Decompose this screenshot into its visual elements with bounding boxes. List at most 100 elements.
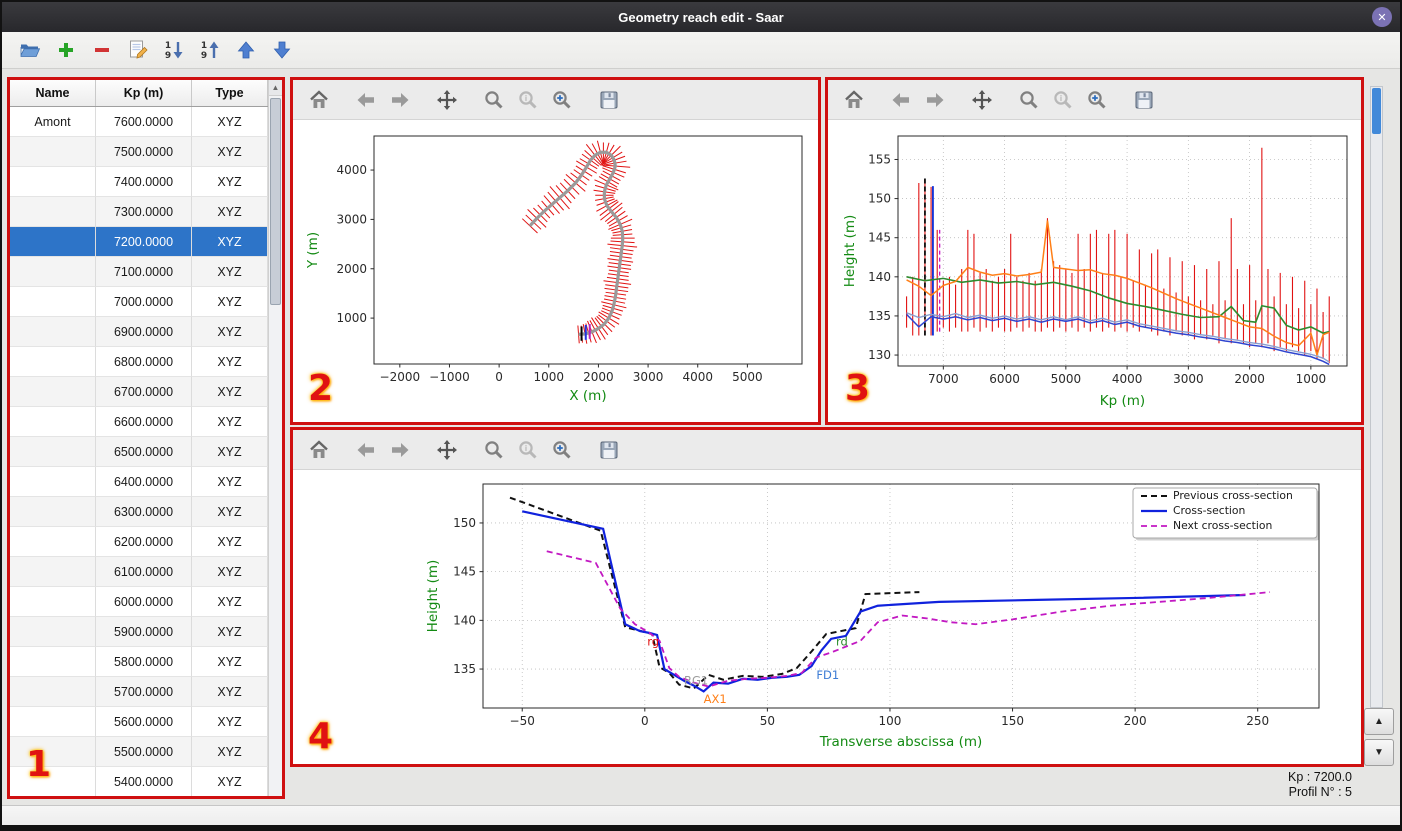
svg-text:250: 250 [1246, 714, 1269, 728]
delete-profile-button[interactable] [88, 36, 116, 64]
next-profile-button[interactable]: ▼ [1364, 739, 1394, 766]
cell-kp: 5700.0000 [96, 677, 192, 707]
zoom-button[interactable] [1015, 86, 1043, 114]
home-button[interactable] [840, 86, 868, 114]
svg-text:9: 9 [165, 51, 171, 61]
home-icon [842, 88, 866, 112]
plan-view-chart[interactable]: −2000 −1000 0 1000 2000 3000 4000 5000 1000 2000 3… [293, 120, 818, 422]
table-row[interactable]: 7400.0000 XYZ [10, 167, 268, 197]
column-header-kp-m-[interactable]: Kp (m) [96, 80, 192, 106]
svg-text:AX1: AX1 [704, 692, 727, 706]
cell-name [10, 617, 96, 647]
zoom-plus-button[interactable] [1083, 86, 1111, 114]
svg-text:Height (m): Height (m) [425, 560, 441, 633]
svg-text:3000: 3000 [633, 370, 664, 384]
edit-profile-button[interactable] [124, 36, 152, 64]
home-button[interactable] [305, 436, 333, 464]
zoom-info-icon: i [516, 438, 540, 462]
cell-type: XYZ [192, 587, 268, 617]
back-button[interactable] [887, 86, 915, 114]
back-icon [354, 438, 378, 462]
svg-text:1000: 1000 [1296, 372, 1327, 386]
column-header-name[interactable]: Name [10, 80, 96, 106]
table-row[interactable]: 6300.0000 XYZ [10, 497, 268, 527]
profile-scrollbar-thumb[interactable] [1372, 88, 1381, 134]
svg-text:1000: 1000 [534, 370, 565, 384]
table-scrollbar-thumb[interactable] [270, 98, 281, 305]
forward-button[interactable] [386, 436, 414, 464]
table-row[interactable]: 5600.0000 XYZ [10, 707, 268, 737]
sort-ascending-button[interactable]: 19 [196, 36, 224, 64]
cross-section-chart[interactable]: −50 0 50 100 150 200 250 135 140 145 150 Transverse… [293, 470, 1361, 764]
table-row[interactable]: 7100.0000 XYZ [10, 257, 268, 287]
cell-kp: 5800.0000 [96, 647, 192, 677]
save-button[interactable] [1130, 86, 1158, 114]
table-row[interactable]: 6000.0000 XYZ [10, 587, 268, 617]
zoom-plus-button[interactable] [548, 436, 576, 464]
app-window: Geometry reach edit - Saar ✕ 1919 Name Kp… [0, 0, 1402, 831]
table-row[interactable]: 5800.0000 XYZ [10, 647, 268, 677]
back-button[interactable] [352, 436, 380, 464]
long-profile-chart[interactable]: 7000 6000 5000 4000 3000 2000 1000 130 135 140 145… [828, 120, 1361, 422]
back-button[interactable] [352, 86, 380, 114]
forward-button[interactable] [921, 86, 949, 114]
sort-descending-button[interactable]: 19 [160, 36, 188, 64]
zoom-info-button[interactable]: i [514, 86, 542, 114]
svg-text:0: 0 [641, 714, 649, 728]
table-row[interactable]: 6100.0000 XYZ [10, 557, 268, 587]
cell-type: XYZ [192, 317, 268, 347]
column-header-type[interactable]: Type [192, 80, 268, 106]
add-profile-button[interactable] [52, 36, 80, 64]
zoom-button[interactable] [480, 436, 508, 464]
zoom-info-button[interactable]: i [514, 436, 542, 464]
table-row[interactable]: 5900.0000 XYZ [10, 617, 268, 647]
table-row[interactable]: 7200.0000 XYZ [10, 227, 268, 257]
save-icon [597, 438, 621, 462]
table-row[interactable]: 7500.0000 XYZ [10, 137, 268, 167]
edit-icon [126, 38, 150, 62]
cell-kp: 6300.0000 [96, 497, 192, 527]
pan-button[interactable] [968, 86, 996, 114]
cell-type: XYZ [192, 257, 268, 287]
table-row[interactable]: 6200.0000 XYZ [10, 527, 268, 557]
cell-kp: 6100.0000 [96, 557, 192, 587]
table-row[interactable]: 5700.0000 XYZ [10, 677, 268, 707]
pan-button[interactable] [433, 436, 461, 464]
move-down-button[interactable] [268, 36, 296, 64]
open-button[interactable] [16, 36, 44, 64]
zoom-button[interactable] [480, 86, 508, 114]
save-button[interactable] [595, 436, 623, 464]
svg-text:140: 140 [453, 613, 476, 627]
table-scroll-up-icon[interactable]: ▲ [269, 80, 282, 96]
close-button[interactable]: ✕ [1372, 7, 1392, 27]
table-row[interactable]: 6400.0000 XYZ [10, 467, 268, 497]
table-scrollbar[interactable]: ▲ [268, 80, 282, 796]
table-row[interactable]: 7000.0000 XYZ [10, 287, 268, 317]
table-row[interactable]: 6800.0000 XYZ [10, 347, 268, 377]
zoom-info-button[interactable]: i [1049, 86, 1077, 114]
pan-button[interactable] [433, 86, 461, 114]
cell-name [10, 407, 96, 437]
table-row[interactable]: 6600.0000 XYZ [10, 407, 268, 437]
home-button[interactable] [305, 86, 333, 114]
profile-scrollbar[interactable] [1370, 86, 1383, 708]
zoom-plus-button[interactable] [548, 86, 576, 114]
table-row[interactable]: 6500.0000 XYZ [10, 437, 268, 467]
svg-text:rd: rd [836, 635, 848, 649]
main-toolbar: 1919 [2, 32, 1400, 69]
previous-profile-button[interactable]: ▲ [1364, 708, 1394, 735]
cell-name [10, 677, 96, 707]
svg-text:Height (m): Height (m) [842, 215, 858, 288]
arrow-down-icon [270, 38, 294, 62]
table-row[interactable]: 6900.0000 XYZ [10, 317, 268, 347]
table-row[interactable]: Amont 7600.0000 XYZ [10, 107, 268, 137]
forward-button[interactable] [386, 86, 414, 114]
svg-text:4000: 4000 [336, 163, 367, 177]
move-up-button[interactable] [232, 36, 260, 64]
table-row[interactable]: 6700.0000 XYZ [10, 377, 268, 407]
save-button[interactable] [595, 86, 623, 114]
svg-text:5000: 5000 [732, 370, 763, 384]
save-icon [597, 88, 621, 112]
table-row[interactable]: 7300.0000 XYZ [10, 197, 268, 227]
svg-text:130: 130 [868, 348, 891, 362]
